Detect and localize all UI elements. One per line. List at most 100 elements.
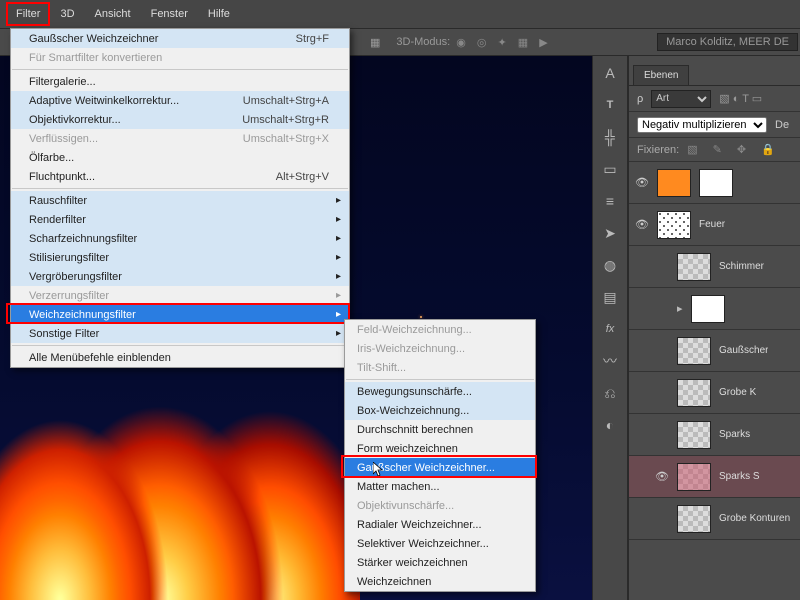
visibility-icon[interactable]: 👁: [635, 176, 649, 189]
layer-thumbnail[interactable]: [677, 379, 711, 407]
panel-icon[interactable]: ▦: [370, 36, 380, 49]
menu-item[interactable]: Rauschfilter: [11, 191, 349, 210]
submenu-item[interactable]: Box-Weichzeichnung...: [345, 401, 535, 420]
menu-item[interactable]: Filtergalerie...: [11, 72, 349, 91]
menu-item[interactable]: Renderfilter: [11, 210, 349, 229]
brush-icon[interactable]: 〰: [599, 350, 621, 372]
slice-icon[interactable]: ▭: [599, 158, 621, 180]
submenu-item[interactable]: Selektiver Weichzeichner...: [345, 534, 535, 553]
layer-row[interactable]: ▸: [629, 288, 800, 330]
menu-item-label: Für Smartfilter konvertieren: [29, 52, 329, 64]
menu-item[interactable]: Objektivkorrektur...Umschalt+Strg+R: [11, 110, 349, 129]
menu-item[interactable]: Vergröberungsfilter: [11, 267, 349, 286]
menu-item[interactable]: Gaußscher WeichzeichnerStrg+F: [11, 29, 349, 48]
expand-icon[interactable]: ▸: [677, 302, 683, 315]
layer-name[interactable]: Sparks S: [719, 471, 760, 482]
fx-icon[interactable]: fx: [599, 318, 621, 340]
menu-item-label: Verflüssigen...: [29, 133, 243, 145]
user-tag[interactable]: Marco Kolditz, MEER DE: [657, 33, 798, 51]
arrow-tool-icon[interactable]: ➤: [599, 222, 621, 244]
menu-ansicht[interactable]: Ansicht: [85, 2, 141, 26]
submenu-item[interactable]: Bewegungsunschärfe...: [345, 382, 535, 401]
filter-menu: Gaußscher WeichzeichnerStrg+F Für Smartfi…: [10, 28, 350, 368]
menu-item: Verflüssigen...Umschalt+Strg+X: [11, 129, 349, 148]
layer-thumbnail[interactable]: [677, 337, 711, 365]
submenu-item[interactable]: Weichzeichnen: [345, 572, 535, 591]
layer-name[interactable]: Schimmer: [719, 261, 764, 272]
visibility-icon[interactable]: 👁: [655, 470, 669, 483]
cursor-icon: [373, 462, 385, 481]
menu-item[interactable]: Sonstige Filter: [11, 324, 349, 343]
menu-item-label: Stilisierungsfilter: [29, 252, 329, 264]
submenu-item: Objektivunschärfe...: [345, 496, 535, 515]
visibility-icon[interactable]: 👁: [635, 218, 649, 231]
mode-icon[interactable]: ◉ ◎ ✦ ▦ ▶: [456, 36, 552, 49]
menu-item-label: Renderfilter: [29, 214, 329, 226]
menu-item-label: Ölfarbe...: [29, 152, 329, 164]
layer-thumbnail[interactable]: [691, 295, 725, 323]
menu-item[interactable]: Weichzeichnungsfilter: [11, 305, 349, 324]
kind-select[interactable]: Art: [651, 90, 711, 108]
layer-list: 👁 👁 Feuer Schimmer ▸ Gaußscher Grobe K Sparks 👁 S…: [629, 162, 800, 540]
layer-row[interactable]: 👁 Feuer: [629, 204, 800, 246]
kind-filter-icon[interactable]: ρ: [637, 93, 643, 105]
layer-thumbnail[interactable]: [657, 211, 691, 239]
menu-item[interactable]: Adaptive Weitwinkelkorrektur...Umschalt+…: [11, 91, 349, 110]
layer-name[interactable]: Sparks: [719, 429, 750, 440]
menu-item-label: Fluchtpunkt...: [29, 171, 276, 183]
menu-item[interactable]: Ölfarbe...: [11, 148, 349, 167]
menu-item-label: Verzerrungsfilter: [29, 290, 329, 302]
layer-thumbnail[interactable]: [677, 463, 711, 491]
tab-ebenen[interactable]: Ebenen: [633, 65, 689, 85]
menu-3d[interactable]: 3D: [50, 2, 84, 26]
menu-item[interactable]: Alle Menübefehle einblenden: [11, 348, 349, 367]
layer-name[interactable]: Grobe Konturen: [719, 513, 790, 524]
menu-item-label: Vergröberungsfilter: [29, 271, 329, 283]
blend-select[interactable]: Negativ multiplizieren: [637, 117, 767, 133]
menu-item[interactable]: Scharfzeichnungsfilter: [11, 229, 349, 248]
menu-shortcut: Umschalt+Strg+R: [242, 114, 329, 126]
clone-icon[interactable]: ⎌: [599, 382, 621, 404]
menu-item[interactable]: Stilisierungsfilter: [11, 248, 349, 267]
palette-icon[interactable]: ◍: [599, 254, 621, 276]
layer-thumbnail[interactable]: [677, 421, 711, 449]
gradient-icon[interactable]: ▤: [599, 286, 621, 308]
layer-row[interactable]: Grobe K: [629, 372, 800, 414]
type-tool-icon[interactable]: A: [599, 62, 621, 84]
menu-hilfe[interactable]: Hilfe: [198, 2, 240, 26]
menu-shortcut: Umschalt+Strg+X: [243, 133, 329, 145]
menu-item-label: Weichzeichnungsfilter: [29, 309, 329, 321]
layer-row[interactable]: Sparks: [629, 414, 800, 456]
menu-item-label: Objektivkorrektur...: [29, 114, 242, 126]
text-tool-icon[interactable]: T: [599, 94, 621, 116]
dodge-icon[interactable]: ◐: [599, 414, 621, 436]
ruler-icon[interactable]: ╬: [599, 126, 621, 148]
layer-row[interactable]: 👁: [629, 162, 800, 204]
submenu-item[interactable]: Form weichzeichnen: [345, 439, 535, 458]
layer-name[interactable]: Feuer: [699, 219, 725, 230]
layer-row[interactable]: 👁 Sparks S: [629, 456, 800, 498]
layer-row[interactable]: Schimmer: [629, 246, 800, 288]
lock-icons[interactable]: ▧ ✎ ✥ 🔒: [687, 143, 781, 156]
menu-shortcut: Umschalt+Strg+A: [243, 95, 329, 107]
weichzeichnung-submenu: Feld-Weichzeichnung...Iris-Weichzeichnun…: [344, 319, 536, 592]
submenu-item: Iris-Weichzeichnung...: [345, 339, 535, 358]
menu-filter[interactable]: Filter: [6, 2, 50, 26]
menu-fenster[interactable]: Fenster: [141, 2, 198, 26]
layer-name[interactable]: Gaußscher: [719, 345, 768, 356]
menu-item-label: Gaußscher Weichzeichner: [29, 33, 296, 45]
submenu-item[interactable]: Stärker weichzeichnen: [345, 553, 535, 572]
submenu-item[interactable]: Radialer Weichzeichner...: [345, 515, 535, 534]
submenu-item[interactable]: Durchschnitt berechnen: [345, 420, 535, 439]
layer-row[interactable]: Gaußscher: [629, 330, 800, 372]
layer-row[interactable]: Grobe Konturen: [629, 498, 800, 540]
layer-thumbnail[interactable]: [677, 505, 711, 533]
menu-item-label: Scharfzeichnungsfilter: [29, 233, 329, 245]
layer-mask-thumb[interactable]: [699, 169, 733, 197]
filter-pic-icon[interactable]: ▧ ◐ T ▭: [719, 92, 762, 105]
guide-icon[interactable]: ≡: [599, 190, 621, 212]
layer-name[interactable]: Grobe K: [719, 387, 756, 398]
layer-thumbnail[interactable]: [657, 169, 691, 197]
layer-thumbnail[interactable]: [677, 253, 711, 281]
menu-item[interactable]: Fluchtpunkt...Alt+Strg+V: [11, 167, 349, 186]
